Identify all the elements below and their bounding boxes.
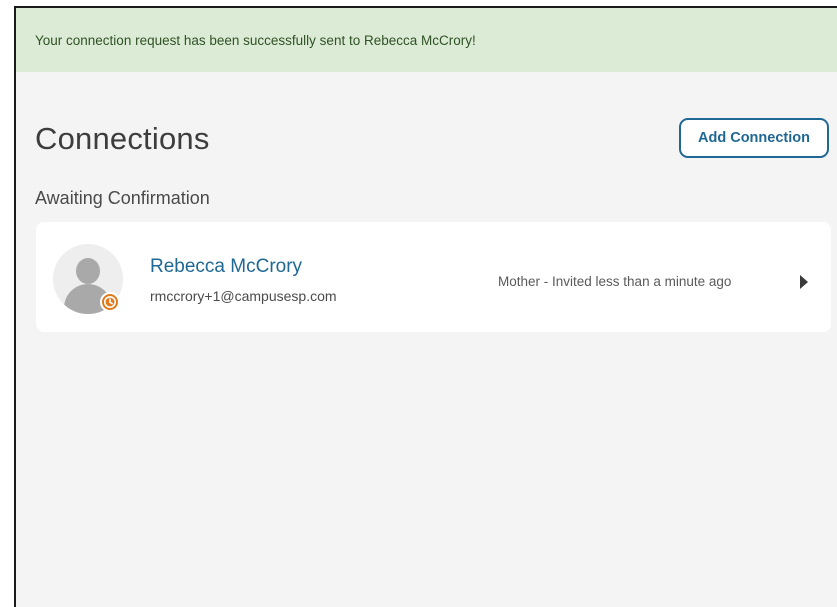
page-title: Connections <box>35 121 210 156</box>
awaiting-confirmation-heading: Awaiting Confirmation <box>35 188 210 208</box>
connection-name[interactable]: Rebecca McCrory <box>150 256 302 278</box>
clock-icon <box>100 292 120 312</box>
chevron-right-icon[interactable] <box>800 275 808 289</box>
avatar-head <box>76 258 100 284</box>
alert-message: Your connection request has been success… <box>35 32 476 48</box>
app-frame: Your connection request has been success… <box>14 6 837 607</box>
connection-status: Mother - Invited less than a minute ago <box>498 274 732 289</box>
connection-email: rmccrory+1@campusesp.com <box>150 288 337 304</box>
connection-card[interactable]: Rebecca McCrory rmccrory+1@campusesp.com… <box>36 222 831 332</box>
add-connection-button[interactable]: Add Connection <box>679 118 829 158</box>
success-alert: Your connection request has been success… <box>16 8 837 72</box>
